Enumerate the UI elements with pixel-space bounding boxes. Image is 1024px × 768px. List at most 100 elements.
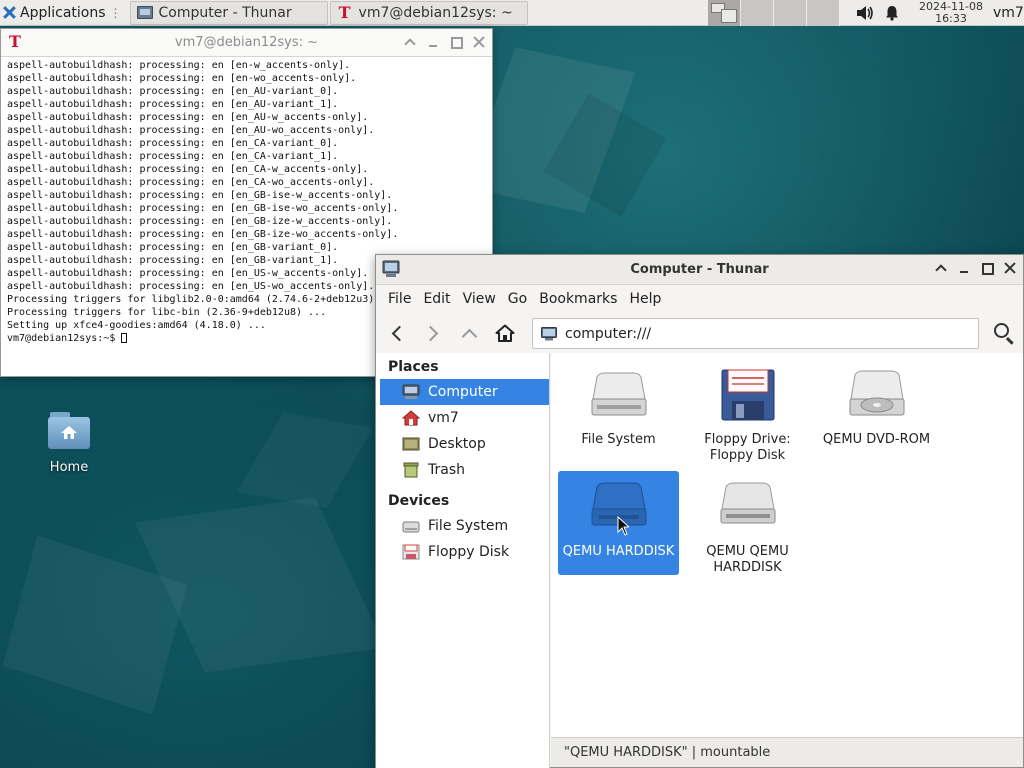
sidebar-item-desktop[interactable]: Desktop xyxy=(380,431,549,457)
terminal-line: aspell-autobuildhash: processing: en [en… xyxy=(7,138,339,149)
taskbar-button-terminal[interactable]: T vm7@debian12sys: ~ xyxy=(329,0,528,25)
workspace-2[interactable] xyxy=(741,0,774,26)
terminal-line: aspell-autobuildhash: processing: en [en… xyxy=(7,216,393,227)
top-panel: Applications ⋮ Computer - Thunar T vm7@d… xyxy=(0,0,1024,26)
maximize-button[interactable] xyxy=(980,261,994,275)
terminal-line: aspell-autobuildhash: processing: en [en… xyxy=(7,177,375,188)
applications-label: Applications xyxy=(20,4,106,21)
menu-edit[interactable]: Edit xyxy=(417,285,456,313)
computer-icon xyxy=(382,260,400,277)
forward-button[interactable] xyxy=(418,318,448,348)
computer-icon xyxy=(136,6,153,19)
sidebar-item-label: Desktop xyxy=(428,436,486,452)
home-button[interactable] xyxy=(490,318,520,348)
terminal-line: aspell-autobuildhash: processing: en [en… xyxy=(7,86,339,97)
computer-icon xyxy=(541,326,557,340)
menu-file[interactable]: File xyxy=(382,285,417,313)
sidebar-item-label: Floppy Disk xyxy=(428,544,510,560)
window-title: Computer - Thunar xyxy=(630,262,769,277)
sidebar-item-trash[interactable]: Trash xyxy=(380,457,549,483)
sidebar-item-label: Trash xyxy=(428,462,465,478)
file-item-label: QEMU QEMU HARDDISK xyxy=(706,544,789,575)
file-item-qemu-qemu-harddisk[interactable]: QEMU QEMU HARDDISK xyxy=(687,471,808,575)
search-button[interactable] xyxy=(993,322,1017,346)
drive-icon xyxy=(402,521,420,533)
sidebar-header-places: Places xyxy=(388,359,439,375)
workspace-switcher[interactable] xyxy=(708,0,840,26)
terminal-line: aspell-autobuildhash: processing: en [en… xyxy=(7,125,375,136)
location-bar[interactable]: computer:/// xyxy=(532,318,979,349)
volume-icon[interactable] xyxy=(856,5,874,21)
file-item-label: QEMU DVD-ROM xyxy=(822,432,931,447)
search-icon xyxy=(994,323,1009,338)
terminal-cursor xyxy=(121,333,128,343)
sidebar-item-label: vm7 xyxy=(428,410,459,426)
maximize-button[interactable] xyxy=(449,35,463,49)
file-item-floppy-drive[interactable]: Floppy Drive: Floppy Disk xyxy=(687,359,808,463)
terminal-line: aspell-autobuildhash: processing: en [en… xyxy=(7,203,399,214)
wallpaper-facet xyxy=(236,412,374,508)
forward-arrow-icon xyxy=(422,325,439,341)
harddisk-icon xyxy=(720,482,775,524)
shade-button[interactable] xyxy=(934,261,948,275)
minimize-button[interactable] xyxy=(426,35,440,49)
notification-bell-icon[interactable] xyxy=(884,5,900,21)
file-item-file-system[interactable]: File System xyxy=(558,359,679,463)
clock[interactable]: 2024-11-08 16:33 xyxy=(914,0,988,26)
workspace-4[interactable] xyxy=(807,0,840,26)
menu-go[interactable]: Go xyxy=(502,285,533,313)
file-item-label: File System xyxy=(581,432,656,447)
file-item-label: Floppy Drive: Floppy Disk xyxy=(704,432,791,463)
mouse-pointer-icon xyxy=(617,516,629,536)
menu-bar: File Edit View Go Bookmarks Help xyxy=(376,285,1023,313)
optical-drive-icon xyxy=(849,370,904,416)
terminal-titlebar[interactable]: T vm7@debian12sys: ~ xyxy=(1,29,492,57)
workspace-3[interactable] xyxy=(774,0,807,26)
file-item-label: QEMU HARDDISK xyxy=(562,544,675,559)
thunar-window[interactable]: Computer - Thunar File Edit View Go Book… xyxy=(375,254,1024,768)
sidebar-item-computer[interactable]: Computer xyxy=(380,379,549,405)
thunar-titlebar[interactable]: Computer - Thunar xyxy=(376,255,1023,285)
user-menu[interactable]: vm7 xyxy=(993,0,1024,26)
menu-view[interactable]: View xyxy=(457,285,502,313)
terminal-line: aspell-autobuildhash: processing: en [en… xyxy=(7,99,339,110)
sidebar-item-label: Computer xyxy=(428,384,498,400)
terminal-line: aspell-autobuildhash: processing: en [en… xyxy=(7,151,339,162)
trash-icon xyxy=(403,462,419,478)
system-tray xyxy=(856,0,900,26)
file-item-dvd-rom[interactable]: QEMU DVD-ROM xyxy=(816,359,937,463)
terminal-line: aspell-autobuildhash: processing: en [en… xyxy=(7,242,339,253)
close-button[interactable] xyxy=(472,35,486,49)
applications-menu-button[interactable]: Applications ⋮ xyxy=(0,0,128,26)
home-icon xyxy=(495,324,515,342)
drive-icon xyxy=(591,372,646,416)
terminal-icon: T xyxy=(9,32,21,51)
sidebar-header-devices: Devices xyxy=(388,493,450,509)
file-view[interactable]: File System Floppy Drive: Floppy Disk QE… xyxy=(551,353,1023,737)
sidebar-item-floppy-disk[interactable]: Floppy Disk xyxy=(380,539,549,565)
taskbar-button-thunar[interactable]: Computer - Thunar xyxy=(129,0,328,25)
floppy-icon xyxy=(721,369,774,421)
desktop-icon-home[interactable]: Home xyxy=(34,412,104,475)
parent-folder-button[interactable] xyxy=(454,318,484,348)
workspace-1[interactable] xyxy=(708,0,741,26)
terminal-line: aspell-autobuildhash: processing: en [en… xyxy=(7,190,393,201)
home-folder-icon xyxy=(48,412,90,450)
user-home-icon xyxy=(402,410,420,426)
sidebar: Places Computer vm7 Desktop Trash Device… xyxy=(376,353,550,768)
back-button[interactable] xyxy=(382,318,412,348)
menu-help[interactable]: Help xyxy=(623,285,667,313)
back-arrow-icon xyxy=(391,325,408,341)
toolbar: computer:/// xyxy=(376,313,1023,353)
close-button[interactable] xyxy=(1003,261,1017,275)
sidebar-item-file-system[interactable]: File System xyxy=(380,513,549,539)
minimize-button[interactable] xyxy=(957,261,971,275)
menu-bookmarks[interactable]: Bookmarks xyxy=(533,285,623,313)
location-path: computer:/// xyxy=(565,325,652,342)
shade-button[interactable] xyxy=(403,35,417,49)
status-bar: "QEMU HARDDISK" | mountable xyxy=(551,737,1023,767)
taskbar-label: vm7@debian12sys: ~ xyxy=(358,4,513,21)
sidebar-item-vm7[interactable]: vm7 xyxy=(380,405,549,431)
desktop-icon-label: Home xyxy=(49,460,89,475)
menu-grip-icon: ⋮ xyxy=(109,5,122,20)
